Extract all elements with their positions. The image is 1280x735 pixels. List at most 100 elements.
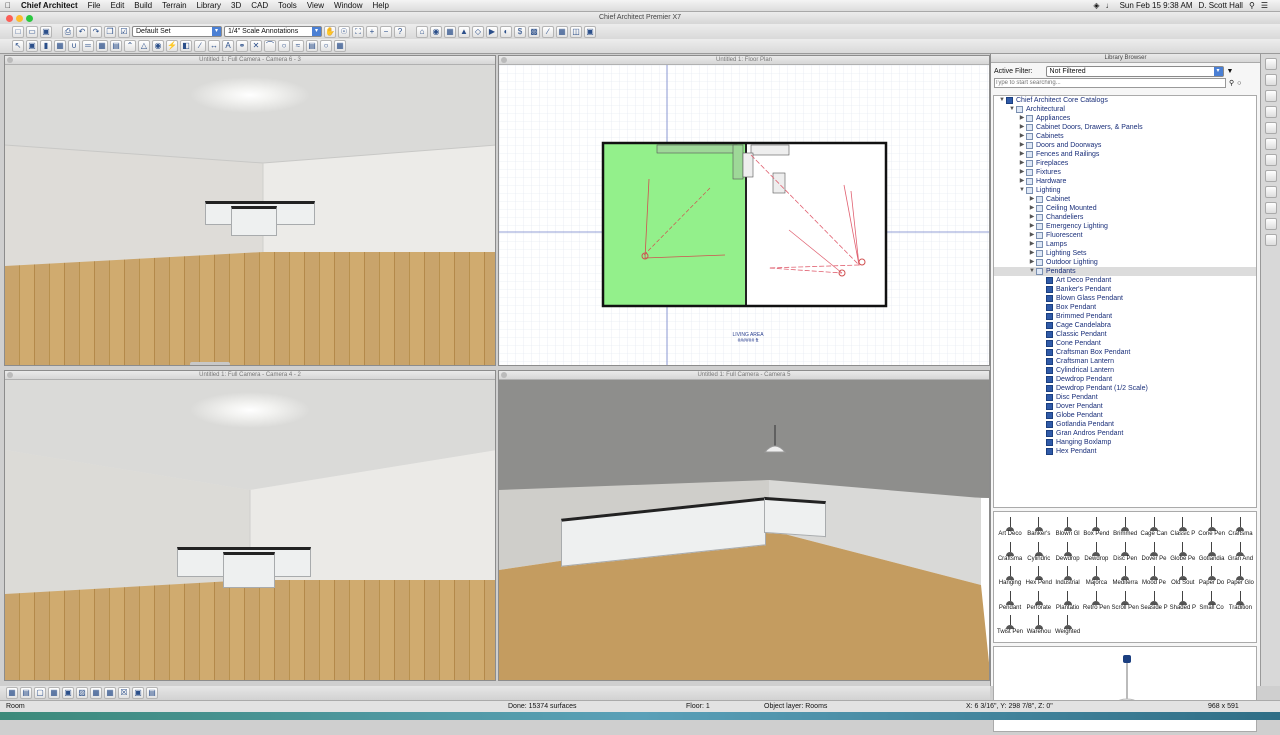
library-thumbnail[interactable]: Twist Pen <box>996 614 1024 638</box>
user-name[interactable]: D. Scott Hall <box>1199 1 1243 10</box>
library-item[interactable]: Hex Pendant <box>994 447 1256 456</box>
overview-icon[interactable]: ◇ <box>472 25 484 38</box>
window-icon[interactable]: ▣ <box>584 25 596 38</box>
fill-window-icon[interactable]: ⛶ <box>352 25 364 38</box>
disclosure-closed-icon[interactable]: ▶ <box>1028 213 1036 222</box>
library-folder[interactable]: ▶ Cabinet Doors, Drawers, & Panels <box>994 123 1256 132</box>
window-tool-icon[interactable]: ═ <box>82 40 94 52</box>
library-item[interactable]: Classic Pendant <box>994 330 1256 339</box>
cad-line-icon[interactable]: ∕ <box>194 40 206 52</box>
library-thumbnail[interactable]: Banker's <box>1025 516 1053 540</box>
point-icon[interactable]: ○ <box>320 40 332 52</box>
redo-icon[interactable]: ↷ <box>90 25 102 38</box>
library-thumbnail[interactable]: Scroll Pen <box>1111 590 1139 614</box>
minimize-window-button[interactable] <box>16 15 23 22</box>
library-folder[interactable]: ▶ Outdoor Lighting <box>994 258 1256 267</box>
wifi-icon[interactable]: ◈ <box>1093 1 1099 10</box>
library-item[interactable]: Disc Pendant <box>994 393 1256 402</box>
library-item[interactable]: Globe Pendant <box>994 411 1256 420</box>
zoom-window-button[interactable] <box>26 15 33 22</box>
cabinet-icon[interactable]: ▦ <box>96 40 108 52</box>
library-folder[interactable]: ▶ Fixtures <box>994 168 1256 177</box>
dimension-icon[interactable]: ↔ <box>208 40 220 52</box>
search-icon[interactable]: ⚲ <box>1249 1 1255 10</box>
library-item[interactable]: Cage Candelabra <box>994 321 1256 330</box>
menu-tools[interactable]: Tools <box>273 1 302 10</box>
align-icon[interactable]: ▤ <box>306 40 318 52</box>
disclosure-closed-icon[interactable]: ▶ <box>1018 168 1026 177</box>
library-thumbnail[interactable]: Blown Gl <box>1054 516 1082 540</box>
library-folder[interactable]: ▶ Emergency Lighting <box>994 222 1256 231</box>
disclosure-closed-icon[interactable]: ▶ <box>1028 204 1036 213</box>
layer-icon[interactable]: ▤ <box>20 687 32 699</box>
print-icon[interactable]: ⎙ <box>62 25 74 38</box>
library-item[interactable]: Box Pendant <box>994 303 1256 312</box>
library-tree[interactable]: ▼ Chief Architect Core Catalogs ▼ Architect… <box>993 95 1257 508</box>
camera-view-bottom-right[interactable]: Untitled 1: Full Camera - Camera 5 <box>498 370 990 681</box>
library-item[interactable]: Gotlandia Pendant <box>994 420 1256 429</box>
electrical-icon[interactable]: ⚡ <box>166 40 178 52</box>
annotation-set-select[interactable]: 1/4" Scale Annotations ▾ <box>224 26 322 37</box>
library-thumbnail[interactable]: Cylindric <box>1025 541 1053 565</box>
close-view-button[interactable] <box>501 372 507 378</box>
library-thumbnail[interactable]: Mediterra <box>1111 565 1139 589</box>
light-icon[interactable] <box>1264 234 1277 246</box>
render-icon[interactable] <box>1264 202 1277 214</box>
library-thumbnail-grid[interactable]: Art Deco Banker's Blown Gl Box Pend Brimmed C… <box>993 511 1257 643</box>
settings-icon[interactable] <box>1264 218 1277 230</box>
arc-icon[interactable]: ⌒ <box>264 40 276 52</box>
library-thumbnail[interactable]: Industrial <box>1054 565 1082 589</box>
disclosure-closed-icon[interactable]: ▶ <box>1028 249 1036 258</box>
layer-icon[interactable] <box>1264 138 1277 150</box>
volume-icon[interactable]: ♩ <box>1106 1 1114 10</box>
library-folder[interactable]: ▼ Chief Architect Core Catalogs <box>994 96 1256 105</box>
camera-icon[interactable] <box>1264 122 1277 134</box>
library-thumbnail[interactable]: Paper Glo <box>1226 565 1254 589</box>
disclosure-closed-icon[interactable]: ▶ <box>1028 240 1036 249</box>
library-item[interactable]: Blown Glass Pendant <box>994 294 1256 303</box>
disclosure-closed-icon[interactable]: ▶ <box>1018 123 1026 132</box>
disclosure-closed-icon[interactable]: ▶ <box>1028 195 1036 204</box>
zoom-in-icon[interactable]: + <box>366 25 378 38</box>
tile-icon[interactable]: ▦ <box>90 687 102 699</box>
elevation-icon[interactable]: ▦ <box>444 25 456 38</box>
library-thumbnail[interactable]: Shaded P <box>1169 590 1197 614</box>
circle-icon[interactable]: ○ <box>278 40 290 52</box>
menu-build[interactable]: Build <box>129 1 157 10</box>
cube-icon[interactable]: ▣ <box>132 687 144 699</box>
window-icon[interactable]: ▣ <box>62 687 74 699</box>
help-icon[interactable]: ? <box>394 25 406 38</box>
library-thumbnail[interactable]: Old Sout <box>1169 565 1197 589</box>
menu-edit[interactable]: Edit <box>106 1 130 10</box>
filter-icon[interactable]: ▼ <box>1227 68 1234 75</box>
cross-icon[interactable]: ☒ <box>118 687 130 699</box>
library-thumbnail[interactable]: Cone Pen <box>1198 516 1226 540</box>
zoom-in-icon[interactable] <box>1264 58 1277 70</box>
pan-icon[interactable] <box>1264 106 1277 118</box>
disclosure-open-icon[interactable]: ▼ <box>998 96 1006 105</box>
grid-icon[interactable]: ▦ <box>334 40 346 52</box>
callout-icon[interactable]: ⚭ <box>236 40 248 52</box>
library-thumbnail[interactable]: Brimmed <box>1111 516 1139 540</box>
panel-icon[interactable]: ▤ <box>146 687 158 699</box>
disclosure-closed-icon[interactable]: ▶ <box>1018 159 1026 168</box>
library-folder[interactable]: ▶ Doors and Doorways <box>994 141 1256 150</box>
library-folder[interactable]: ▶ Fences and Railings <box>994 150 1256 159</box>
library-thumbnail[interactable]: Craftsma <box>1226 516 1254 540</box>
floor-plan-view[interactable]: Untitled 1: Floor Plan LIVING AREA #####… <box>498 55 990 366</box>
library-thumbnail[interactable]: Craftsma <box>996 541 1024 565</box>
clock[interactable]: Sun Feb 15 9:38 AM <box>1120 1 1193 10</box>
library-thumbnail[interactable]: Classic P <box>1169 516 1197 540</box>
save-icon[interactable]: ▣ <box>40 25 52 38</box>
roof-icon[interactable]: ⌃ <box>124 40 136 52</box>
library-folder[interactable]: ▶ Lighting Sets <box>994 249 1256 258</box>
library-folder[interactable]: ▶ Hardware <box>994 177 1256 186</box>
door-icon[interactable]: ∪ <box>68 40 80 52</box>
list-icon[interactable]: ☰ <box>1261 1 1268 10</box>
disclosure-closed-icon[interactable]: ▶ <box>1018 132 1026 141</box>
cross-section-icon[interactable]: ▲ <box>458 25 470 38</box>
bulb-icon[interactable]: ☉ <box>338 25 350 38</box>
library-thumbnail[interactable]: Gotlandia <box>1198 541 1226 565</box>
checkbox-icon[interactable]: ☑ <box>118 25 130 38</box>
menu-library[interactable]: Library <box>192 1 226 10</box>
